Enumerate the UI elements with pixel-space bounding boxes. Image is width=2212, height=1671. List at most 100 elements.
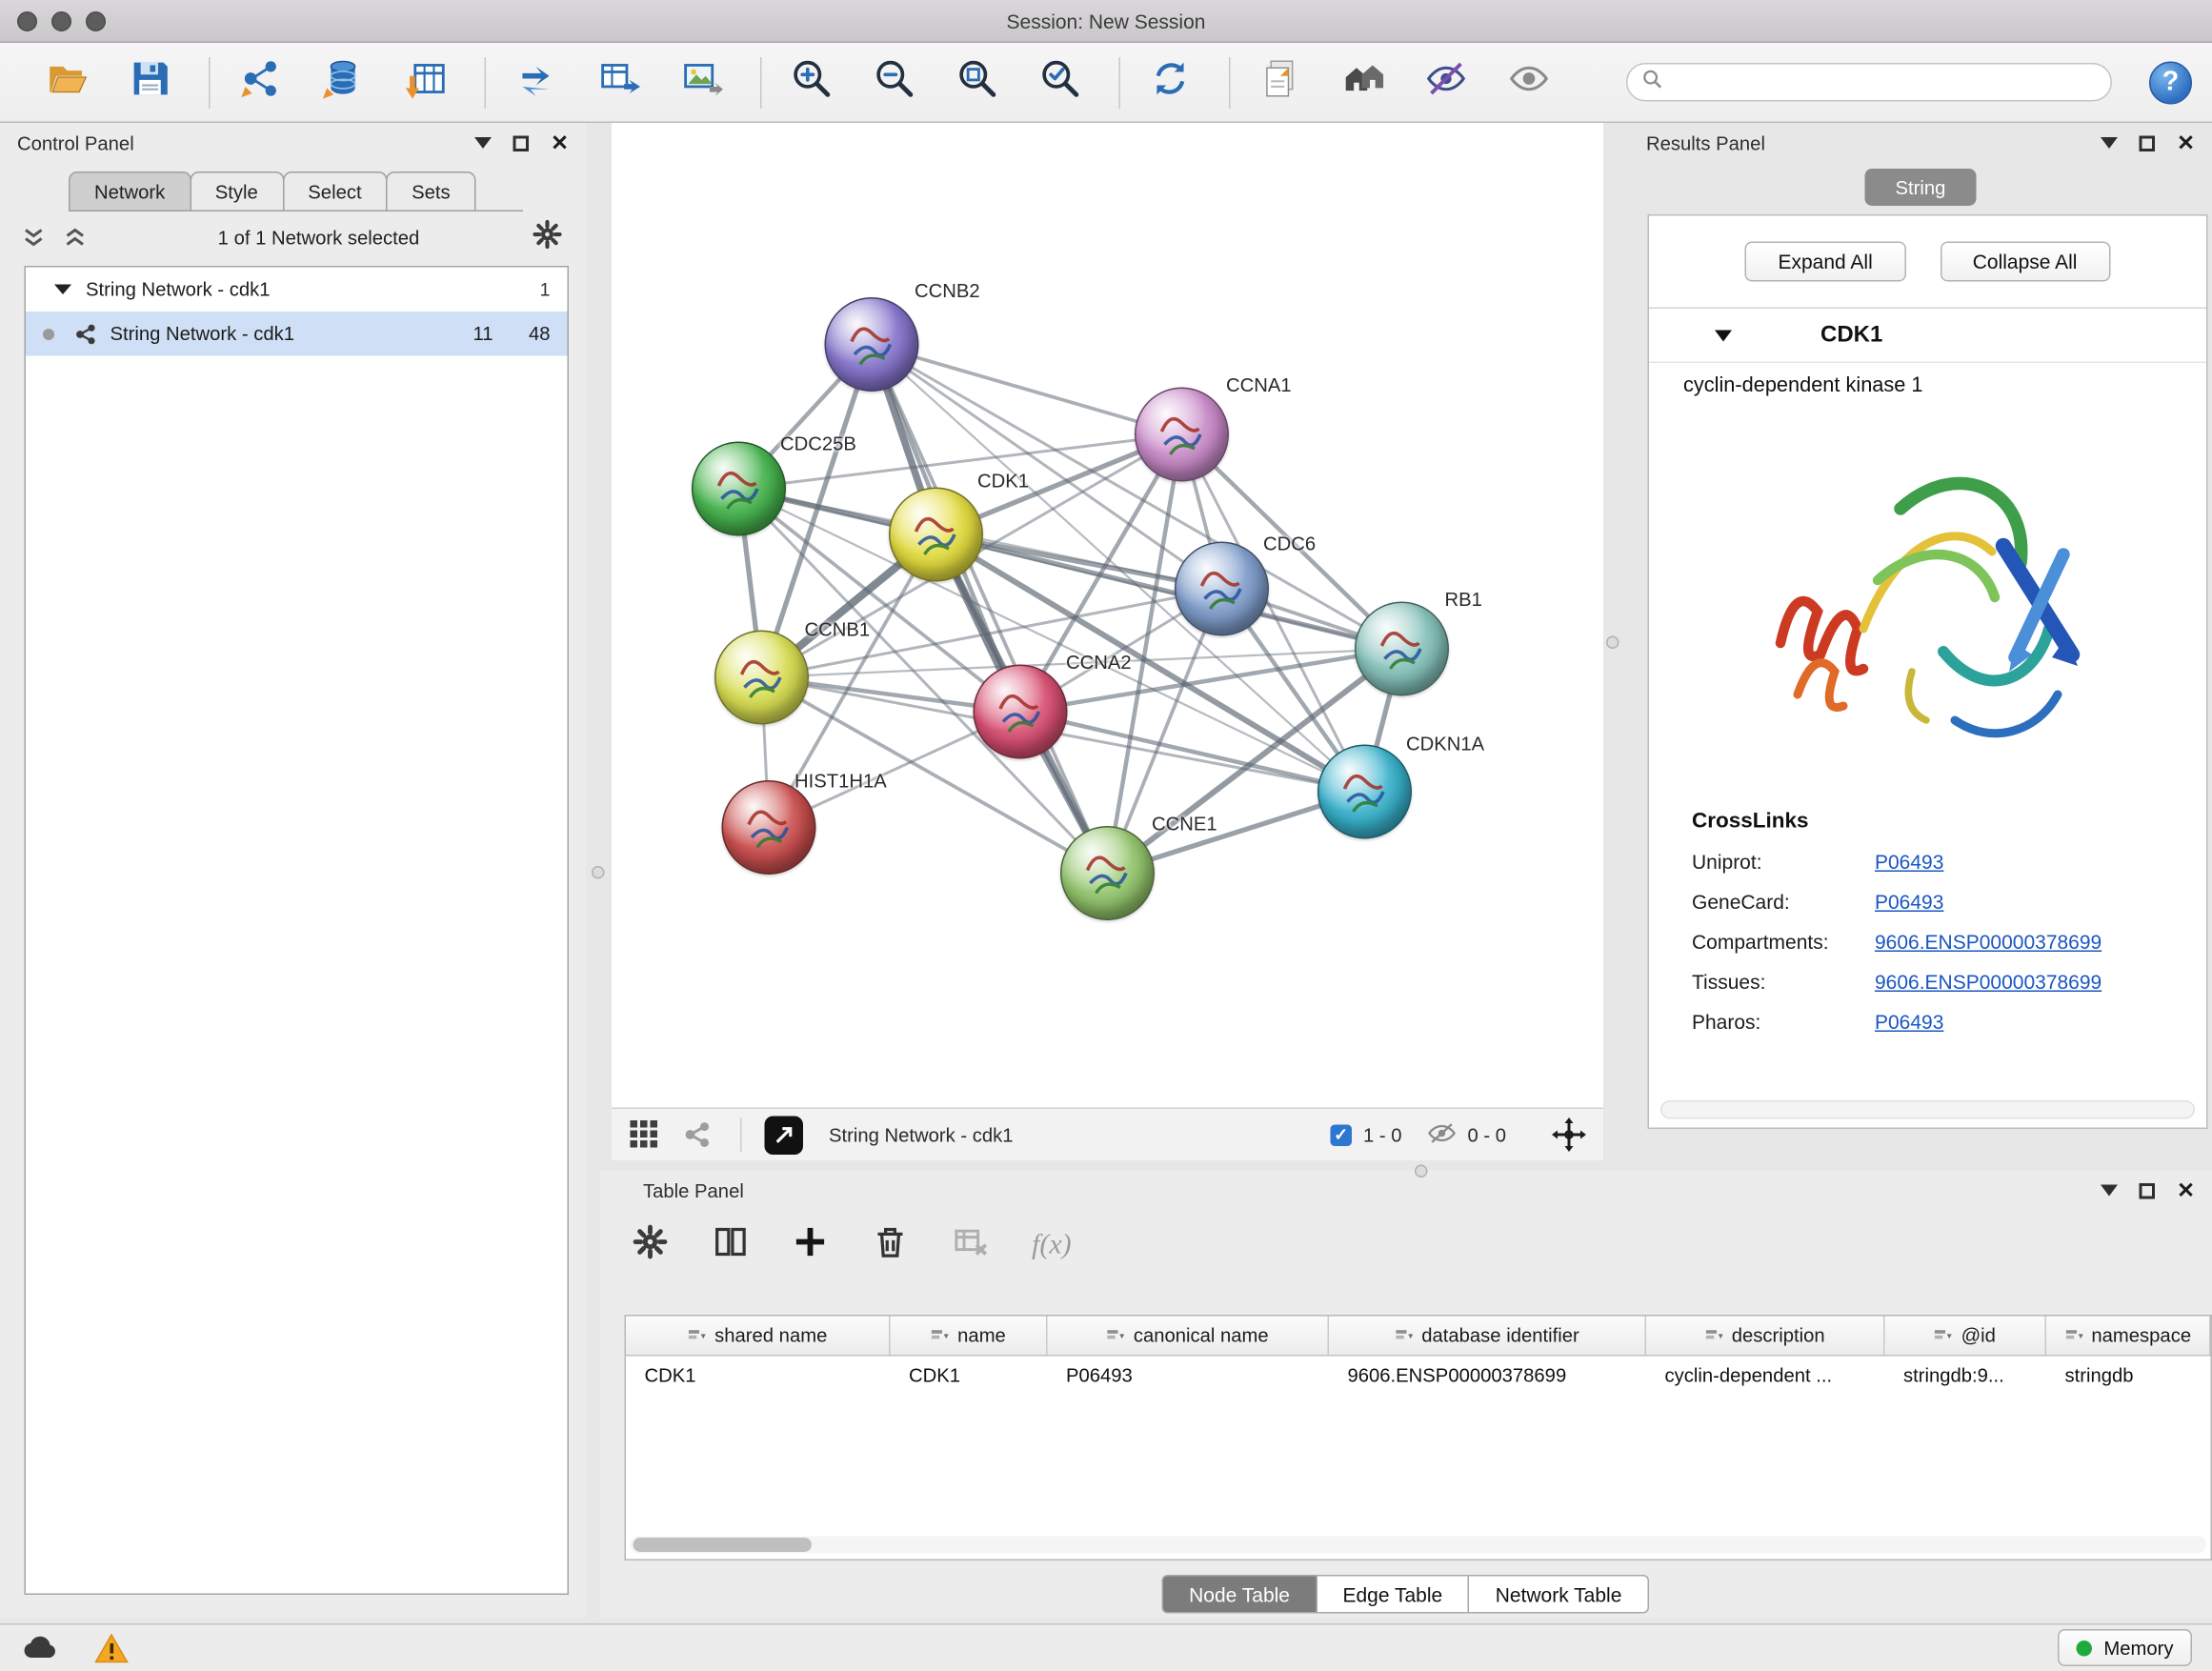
network-options-gear-icon[interactable]: [532, 218, 563, 257]
crosslink-link[interactable]: 9606.ENSP00000378699: [1875, 931, 2101, 954]
results-horizontal-scrollbar[interactable]: [1660, 1100, 2195, 1119]
column-header-name[interactable]: name: [891, 1317, 1048, 1356]
column-header-database-identifier[interactable]: database identifier: [1329, 1317, 1646, 1356]
table-export-button[interactable]: [594, 58, 643, 107]
gene-entry-header[interactable]: CDK1: [1649, 309, 2206, 363]
panel-close-icon[interactable]: ✕: [551, 132, 569, 154]
network-node-RB1[interactable]: [1355, 602, 1449, 696]
results-tab-string[interactable]: String: [1865, 169, 1977, 206]
entry-collapse-icon[interactable]: [1715, 330, 1732, 341]
zoom-selected-button[interactable]: [1036, 58, 1085, 107]
image-export-button[interactable]: [677, 58, 726, 107]
hide-selected-button[interactable]: [1422, 58, 1471, 107]
vertical-splitter-handle[interactable]: [1606, 636, 1619, 650]
save-session-button[interactable]: [126, 58, 174, 107]
clipboard-button[interactable]: [1257, 58, 1305, 107]
delete-column-icon[interactable]: [872, 1222, 909, 1267]
birdseye-view-button[interactable]: [765, 1116, 804, 1155]
table-horizontal-scrollbar[interactable]: [631, 1537, 2207, 1554]
network-edge-CCNA2-CDKN1A[interactable]: [1020, 712, 1365, 792]
table-cell[interactable]: P06493: [1048, 1365, 1330, 1387]
network-from-selection-button[interactable]: [512, 58, 560, 107]
table-settings-gear-icon[interactable]: [632, 1222, 669, 1267]
column-header-namespace[interactable]: namespace: [2046, 1317, 2211, 1356]
horizontal-splitter-handle[interactable]: [1415, 1165, 1428, 1178]
tab-edge-table[interactable]: Edge Table: [1316, 1575, 1470, 1614]
table-cell[interactable]: stringdb: [2046, 1365, 2211, 1387]
tab-style[interactable]: Style: [190, 171, 284, 211]
table-cell[interactable]: stringdb:9...: [1885, 1365, 2047, 1387]
zoom-in-button[interactable]: [788, 58, 836, 107]
cloud-status-icon[interactable]: [20, 1634, 60, 1662]
panel-float-icon[interactable]: [2140, 135, 2156, 151]
function-builder-icon[interactable]: f(x): [1032, 1228, 1072, 1261]
network-node-CDK1[interactable]: [889, 488, 983, 582]
window-close-button[interactable]: [17, 11, 37, 31]
import-network-from-file-button[interactable]: [236, 58, 285, 107]
column-header--id[interactable]: @id: [1885, 1317, 2047, 1356]
grid-view-icon[interactable]: [629, 1119, 660, 1151]
tab-node-table[interactable]: Node Table: [1162, 1575, 1317, 1614]
table-cell[interactable]: CDK1: [626, 1365, 891, 1387]
network-view-canvas[interactable]: CCNB2CCNA1CDC25BCDK1CDC6RB1CCNB1CCNA2CDK…: [612, 123, 1603, 1160]
table-row[interactable]: CDK1CDK1P064939606.ENSP00000378699cyclin…: [626, 1357, 2211, 1396]
panel-menu-icon[interactable]: [475, 137, 493, 149]
string-style-icon[interactable]: [683, 1120, 712, 1149]
collapse-all-button[interactable]: Collapse All: [1940, 242, 2110, 282]
table-cell[interactable]: cyclin-dependent ...: [1646, 1365, 1885, 1387]
network-node-CCNE1[interactable]: [1060, 826, 1155, 920]
vertical-splitter-handle[interactable]: [592, 866, 605, 879]
panel-float-icon[interactable]: [2140, 1182, 2156, 1198]
show-all-button[interactable]: [1505, 58, 1554, 107]
collapse-triangle-icon[interactable]: [54, 285, 71, 295]
network-node-CCNA2[interactable]: [974, 665, 1068, 759]
crosslink-link[interactable]: P06493: [1875, 891, 1943, 914]
panel-close-icon[interactable]: ✕: [2177, 132, 2195, 154]
selected-checkbox-icon[interactable]: ✓: [1330, 1124, 1352, 1146]
pan-crosshair-icon[interactable]: [1552, 1117, 1586, 1152]
column-header-canonical-name[interactable]: canonical name: [1048, 1317, 1330, 1356]
crosslink-link[interactable]: P06493: [1875, 1011, 1943, 1034]
table-cell[interactable]: CDK1: [891, 1365, 1048, 1387]
table-cell[interactable]: 9606.ENSP00000378699: [1329, 1365, 1646, 1387]
network-node-CDKN1A[interactable]: [1317, 745, 1412, 839]
network-node-CDC6[interactable]: [1175, 542, 1269, 636]
network-collection-row[interactable]: String Network - cdk1 1: [26, 268, 568, 312]
network-node-HIST1H1A[interactable]: [722, 780, 816, 875]
tab-select[interactable]: Select: [282, 171, 387, 211]
window-zoom-button[interactable]: [86, 11, 106, 31]
scrollbar-thumb[interactable]: [633, 1538, 813, 1552]
collapse-all-networks-icon[interactable]: [65, 228, 87, 248]
network-edge-CCNB2-CCNE1[interactable]: [872, 345, 1108, 874]
expand-all-networks-icon[interactable]: [23, 228, 45, 248]
panel-menu-icon[interactable]: [2101, 137, 2119, 149]
expand-all-button[interactable]: Expand All: [1745, 242, 1905, 282]
panel-menu-icon[interactable]: [2101, 1185, 2119, 1197]
network-node-CCNB1[interactable]: [714, 631, 809, 725]
import-table-from-file-button[interactable]: [402, 58, 451, 107]
memory-button[interactable]: Memory: [2058, 1630, 2192, 1667]
crosslink-link[interactable]: P06493: [1875, 851, 1943, 874]
refresh-layout-button[interactable]: [1146, 58, 1195, 107]
tab-network-table[interactable]: Network Table: [1468, 1575, 1649, 1614]
show-columns-icon[interactable]: [712, 1222, 749, 1267]
open-session-button[interactable]: [43, 58, 91, 107]
help-button[interactable]: ?: [2149, 61, 2192, 104]
panel-float-icon[interactable]: [513, 135, 530, 151]
warning-icon[interactable]: [94, 1633, 129, 1663]
panel-close-icon[interactable]: ✕: [2177, 1179, 2195, 1201]
zoom-out-button[interactable]: [871, 58, 919, 107]
network-node-CDC25B[interactable]: [692, 442, 786, 536]
column-header-description[interactable]: description: [1646, 1317, 1885, 1356]
tab-sets[interactable]: Sets: [386, 171, 476, 211]
column-header-shared-name[interactable]: shared name: [626, 1317, 891, 1356]
zoom-fit-button[interactable]: [954, 58, 1002, 107]
hidden-eye-slash-icon[interactable]: [1427, 1121, 1456, 1149]
network-node-CCNA1[interactable]: [1135, 388, 1229, 482]
window-minimize-button[interactable]: [51, 11, 71, 31]
network-node-CCNB2[interactable]: [825, 297, 919, 392]
search-input[interactable]: [1672, 71, 2097, 93]
home-view-button[interactable]: [1339, 58, 1388, 107]
import-network-from-database-button[interactable]: [319, 58, 368, 107]
add-column-icon[interactable]: [792, 1222, 829, 1267]
